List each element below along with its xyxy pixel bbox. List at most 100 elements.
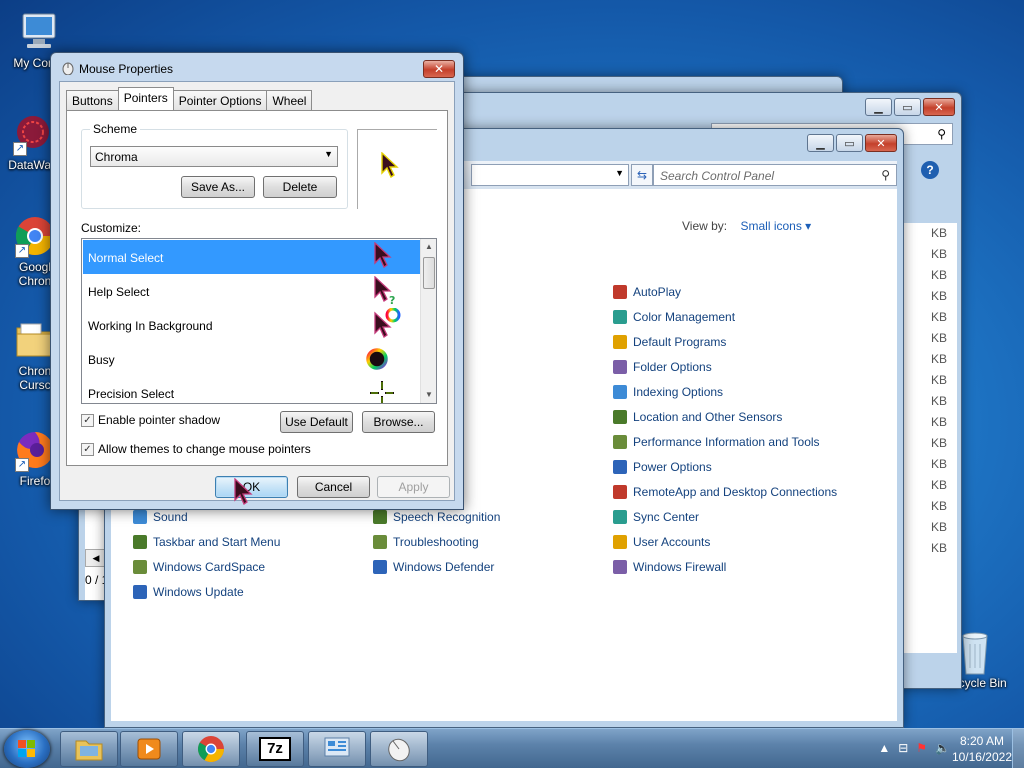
media-player-icon <box>137 738 161 760</box>
tab-pointer-options[interactable]: Pointer Options <box>172 90 268 110</box>
show-desktop-button[interactable] <box>1012 729 1024 768</box>
scroll-down-button[interactable]: ▼ <box>421 387 436 403</box>
maximize-button[interactable]: ▭ <box>836 134 863 152</box>
pointer-list-scrollbar[interactable]: ▲ ▼ <box>420 239 436 403</box>
taskbar-mouse[interactable] <box>370 731 428 767</box>
control-panel-item[interactable]: Speech Recognition <box>373 510 500 524</box>
search-icon: ⚲ <box>881 168 890 182</box>
taskbar-control-panel[interactable] <box>308 731 366 767</box>
allow-themes-checkbox[interactable]: ✓ Allow themes to change mouse pointers <box>81 442 311 456</box>
control-panel-item[interactable]: Sync Center <box>613 510 699 524</box>
control-panel-icon <box>324 737 350 757</box>
minimize-button[interactable]: ▁ <box>865 98 892 116</box>
apply-button[interactable]: Apply <box>377 476 450 498</box>
control-panel-item[interactable]: Indexing Options <box>613 385 723 399</box>
control-panel-item[interactable]: Windows Firewall <box>613 560 726 574</box>
list-item[interactable]: Busy <box>83 342 421 376</box>
size-cell: KB <box>930 415 947 429</box>
help-icon[interactable]: ? <box>921 161 939 179</box>
search-control-panel-input[interactable]: Search Control Panel ⚲ <box>653 164 897 186</box>
save-as-button[interactable]: Save As... <box>181 176 255 198</box>
size-cell: KB <box>930 331 947 345</box>
control-panel-item-icon <box>373 510 387 524</box>
checkbox-box[interactable]: ✓ <box>81 413 94 427</box>
tab-buttons[interactable]: Buttons <box>66 90 119 110</box>
control-panel-item[interactable]: Windows CardSpace <box>133 560 265 574</box>
taskbar-media-player[interactable] <box>120 731 178 767</box>
clock[interactable]: 8:20 AM 10/16/2022 <box>952 733 1012 765</box>
list-item[interactable]: Working In Background <box>83 308 421 342</box>
control-panel-item[interactable]: Folder Options <box>613 360 712 374</box>
system-tray: ▲ ⊟ ⚑ 🔈 <box>878 741 950 755</box>
checkbox-label: Enable pointer shadow <box>98 413 221 427</box>
chrome-icon <box>198 736 224 762</box>
network-icon[interactable]: ⊟ <box>898 741 908 755</box>
use-default-button[interactable]: Use Default <box>280 411 353 433</box>
control-panel-item[interactable]: Troubleshooting <box>373 535 479 549</box>
minimize-button[interactable]: ▁ <box>807 134 834 152</box>
clock-date: 10/16/2022 <box>951 750 1012 764</box>
mouse-properties-dialog[interactable]: Mouse Properties ✕ Buttons Pointers Poin… <box>50 52 464 510</box>
taskbar-chrome[interactable] <box>182 731 240 767</box>
address-bar[interactable]: ▼ <box>471 164 629 186</box>
size-cell: KB <box>930 478 947 492</box>
view-by-dropdown[interactable]: Small icons ▾ <box>740 219 811 233</box>
list-item-label: Busy <box>88 353 115 367</box>
control-panel-item[interactable]: Power Options <box>613 460 712 474</box>
cancel-button[interactable]: Cancel <box>297 476 370 498</box>
control-panel-item[interactable]: Windows Defender <box>373 560 494 574</box>
control-panel-item-icon <box>613 385 627 399</box>
control-panel-item-icon <box>613 410 627 424</box>
pointers-tab-page: Scheme Chroma ▼ Save As... Delete Custom… <box>66 110 448 466</box>
list-item[interactable]: Help Select ? <box>83 274 421 308</box>
list-item[interactable]: Normal Select <box>83 240 421 274</box>
close-button[interactable]: ✕ <box>865 134 897 152</box>
scheme-select[interactable]: Chroma ▼ <box>90 146 338 167</box>
control-panel-item[interactable]: Windows Update <box>133 585 244 599</box>
pointer-list[interactable]: Normal Select Help Select ? Working In B… <box>81 238 437 404</box>
control-panel-item[interactable]: Taskbar and Start Menu <box>133 535 280 549</box>
enable-pointer-shadow-checkbox[interactable]: ✓ Enable pointer shadow <box>81 413 220 427</box>
browse-button[interactable]: Browse... <box>362 411 435 433</box>
maximize-button[interactable]: ▭ <box>894 98 921 116</box>
tab-pointers[interactable]: Pointers <box>117 87 174 110</box>
taskbar: 7z ▲ ⊟ ⚑ 🔈 8:20 AM 10/16/2022 <box>0 728 1024 768</box>
close-button[interactable]: ✕ <box>423 60 455 78</box>
control-panel-item[interactable]: RemoteApp and Desktop Connections <box>613 485 837 499</box>
refresh-icon[interactable]: ⇆ <box>631 164 653 186</box>
size-cell: KB <box>930 268 947 282</box>
control-panel-item-label: Windows Firewall <box>633 560 727 574</box>
chevron-down-icon[interactable]: ▼ <box>615 168 624 178</box>
control-panel-item[interactable]: Color Management <box>613 310 735 324</box>
delete-button[interactable]: Delete <box>263 176 337 198</box>
control-panel-item-label: Windows Update <box>153 585 244 599</box>
search-placeholder: Search Control Panel <box>660 169 775 183</box>
explorer-icon <box>75 740 103 761</box>
control-panel-item-label: User Accounts <box>633 535 711 549</box>
chevron-down-icon: ▼ <box>324 149 333 159</box>
start-button[interactable] <box>4 730 50 768</box>
close-button[interactable]: ✕ <box>923 98 955 116</box>
control-panel-item-icon <box>613 285 627 299</box>
control-panel-item[interactable]: Location and Other Sensors <box>613 410 782 424</box>
taskbar-explorer[interactable] <box>60 731 118 767</box>
list-item[interactable]: Precision Select <box>83 376 421 403</box>
scroll-thumb[interactable] <box>423 257 435 289</box>
control-panel-item-label: Color Management <box>633 310 736 324</box>
volume-icon[interactable]: 🔈 <box>935 741 950 755</box>
taskbar-7zip[interactable]: 7z <box>246 731 304 767</box>
tab-wheel[interactable]: Wheel <box>266 90 313 110</box>
checkbox-box[interactable]: ✓ <box>81 442 94 456</box>
control-panel-item-icon <box>613 510 627 524</box>
arrow-cursor-icon <box>381 152 399 178</box>
control-panel-item[interactable]: AutoPlay <box>613 285 681 299</box>
control-panel-item[interactable]: Performance Information and Tools <box>613 435 820 449</box>
control-panel-item[interactable]: User Accounts <box>613 535 710 549</box>
control-panel-item[interactable]: Sound <box>133 510 188 524</box>
action-center-icon[interactable]: ⚑ <box>916 741 927 755</box>
control-panel-item[interactable]: Default Programs <box>613 335 726 349</box>
show-hidden-icons-icon[interactable]: ▲ <box>878 741 890 755</box>
list-item-label: Help Select <box>88 285 150 299</box>
scroll-up-button[interactable]: ▲ <box>421 239 436 255</box>
clock-time: 8:20 AM <box>959 734 1004 748</box>
